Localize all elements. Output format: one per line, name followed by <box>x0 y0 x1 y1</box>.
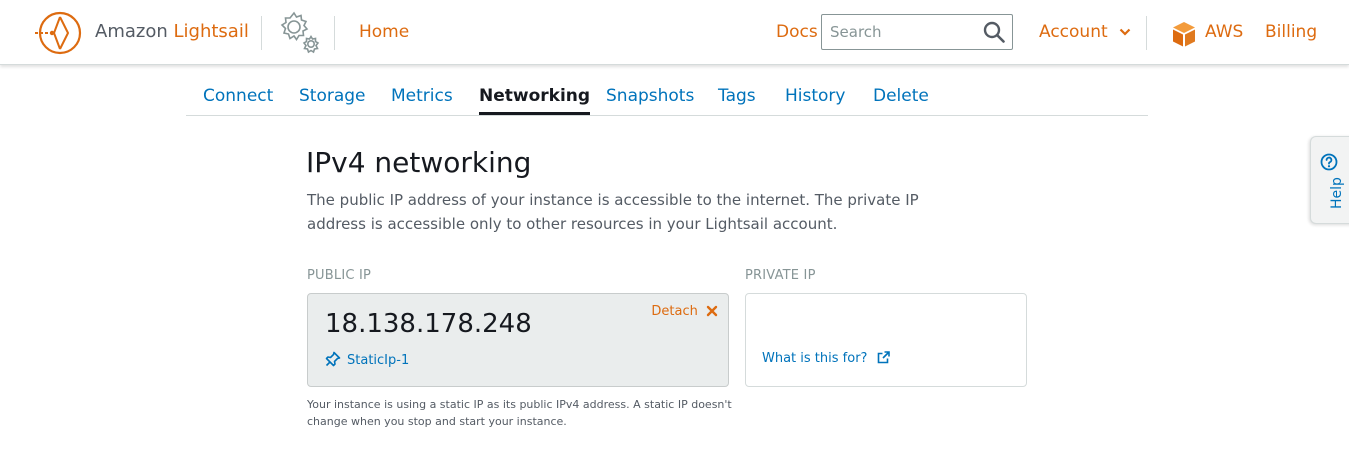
lightsail-logo-icon[interactable] <box>32 10 84 56</box>
home-link[interactable]: Home <box>359 22 409 42</box>
header-divider <box>261 16 262 50</box>
aws-link[interactable]: AWS <box>1205 22 1243 42</box>
instance-tabs: Connect Storage Metrics Networking Snaps… <box>186 74 1148 116</box>
tab-storage[interactable]: Storage <box>299 86 366 114</box>
top-navigation-bar: Amazon Lightsail Home Docs Account AWS B… <box>0 0 1349 65</box>
what-is-this-label: What is this for? <box>762 351 868 366</box>
billing-link[interactable]: Billing <box>1265 22 1317 42</box>
header-divider <box>334 16 335 50</box>
static-ip-name: StaticIp-1 <box>347 353 410 368</box>
tab-history[interactable]: History <box>785 86 845 114</box>
chevron-down-icon <box>1119 28 1131 36</box>
private-ip-card: What is this for? <box>745 293 1027 387</box>
brand-name[interactable]: Amazon Lightsail <box>95 21 249 42</box>
question-circle-icon <box>1320 153 1338 171</box>
tab-tags[interactable]: Tags <box>718 86 756 114</box>
tab-networking[interactable]: Networking <box>479 86 591 115</box>
public-ip-card: 18.138.178.248 Detach StaticIp-1 <box>307 293 729 387</box>
detach-label: Detach <box>651 304 698 319</box>
detach-button[interactable]: Detach <box>651 304 718 319</box>
what-is-this-link[interactable]: What is this for? <box>762 351 890 366</box>
tab-snapshots[interactable]: Snapshots <box>606 86 694 114</box>
static-ip-note: Your instance is using a static IP as it… <box>307 398 732 428</box>
public-ip-label: PUBLIC IP <box>307 268 372 283</box>
search-input[interactable] <box>823 16 987 48</box>
brand-strong: Lightsail <box>173 21 249 42</box>
tab-metrics[interactable]: Metrics <box>391 86 453 114</box>
account-label: Account <box>1039 22 1108 42</box>
public-ip-value: 18.138.178.248 <box>325 309 532 339</box>
section-description: The public IP address of your instance i… <box>307 191 919 233</box>
pin-icon <box>325 351 341 367</box>
search-field[interactable] <box>821 14 1013 50</box>
static-ip-link[interactable]: StaticIp-1 <box>325 351 409 368</box>
account-menu[interactable]: Account <box>1039 22 1131 42</box>
help-panel-toggle[interactable]: Help <box>1310 136 1349 224</box>
settings-gear-icon[interactable] <box>274 9 324 55</box>
section-title: IPv4 networking <box>306 146 532 179</box>
header-divider <box>1146 16 1147 50</box>
help-label: Help <box>1329 177 1345 209</box>
search-icon[interactable] <box>983 21 1005 43</box>
close-icon <box>706 305 718 317</box>
docs-link[interactable]: Docs <box>776 22 818 42</box>
tab-delete[interactable]: Delete <box>873 86 929 114</box>
private-ip-label: PRIVATE IP <box>745 268 816 283</box>
aws-cube-icon[interactable] <box>1170 20 1198 48</box>
brand-prefix: Amazon <box>95 21 168 42</box>
tab-connect[interactable]: Connect <box>203 86 273 114</box>
external-link-icon <box>877 351 890 364</box>
